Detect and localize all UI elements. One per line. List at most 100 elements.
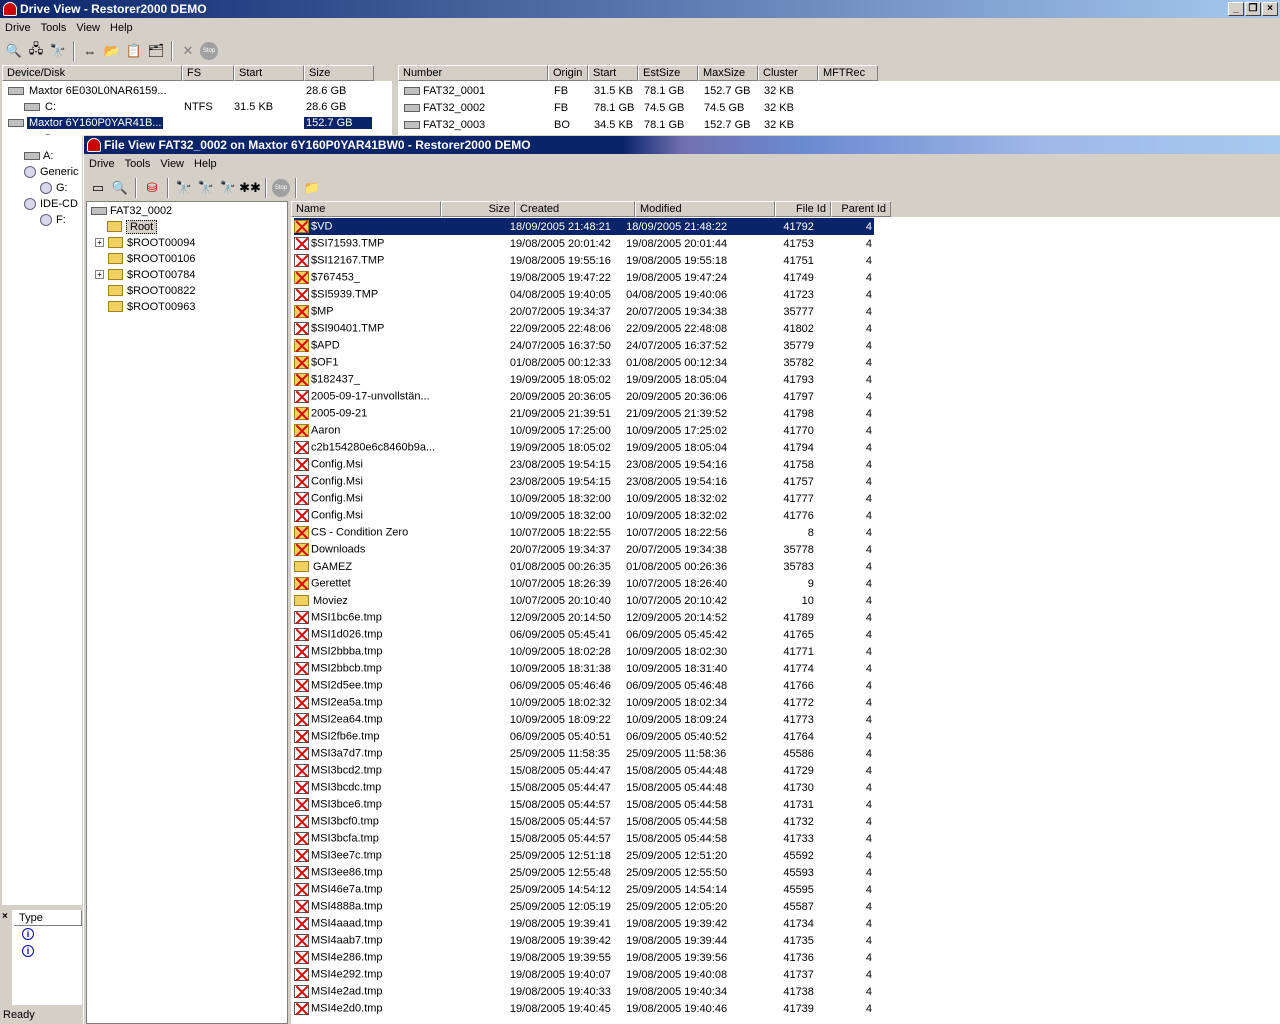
column-header-modified[interactable]: Modified <box>635 201 775 217</box>
file-row[interactable]: Gerettet 10/07/2005 18:26:39 10/07/2005 18… <box>294 575 874 592</box>
file-row[interactable]: MSI2d5ee.tmp 06/09/2005 05:46:46 06/09/200… <box>294 677 874 694</box>
partition-row[interactable]: FAT32_0001 FB 31.5 KB 78.1 GB 152.7 GB 32 KB <box>402 82 822 99</box>
column-header-start[interactable]: Start <box>234 65 304 81</box>
file-row[interactable]: $VD 18/09/2005 21:48:21 18/09/2005 21:48:2… <box>294 218 874 235</box>
file-row[interactable]: $APD 24/07/2005 16:37:50 24/07/2005 16:37:… <box>294 337 874 354</box>
file-row[interactable]: c2b154280e6c8460b9a... 19/09/2005 18:05:0… <box>294 439 874 456</box>
find-file-icon[interactable]: 🔭 <box>218 178 238 198</box>
device-tree-row[interactable]: C: NTFS 31.5 KB 28.6 GB <box>2 98 382 115</box>
file-row[interactable]: CS - Condition Zero 10/07/2005 18:22:55 10… <box>294 524 874 541</box>
file-row[interactable]: $SI71593.TMP 19/08/2005 20:01:42 19/08/200… <box>294 235 874 252</box>
restore-button[interactable]: ❐ <box>1245 2 1261 16</box>
menu-drive[interactable]: Drive <box>0 22 36 34</box>
menu-tools[interactable]: Tools <box>36 22 72 34</box>
folder-tree-item[interactable]: $ROOT00822 <box>108 282 195 299</box>
file-row[interactable]: MSI2bbba.tmp 10/09/2005 18:02:28 10/09/200… <box>294 643 874 660</box>
file-row[interactable]: Config.Msi 23/08/2005 19:54:15 23/08/2005 … <box>294 473 874 490</box>
column-header-name[interactable]: Name <box>291 201 441 217</box>
column-header-parent-id[interactable]: Parent Id <box>831 201 891 217</box>
file-row[interactable]: 2005-09-17-unvollstän... 20/09/2005 20:36… <box>294 388 874 405</box>
folder-tree-item[interactable]: $ROOT00963 <box>108 298 195 315</box>
file-row[interactable]: $MP 20/07/2005 19:34:37 20/07/2005 19:34:3… <box>294 303 874 320</box>
column-header-device-disk[interactable]: Device/Disk <box>2 65 182 81</box>
stop-icon[interactable]: Stop <box>200 42 218 60</box>
file-row[interactable]: Config.Msi 10/09/2005 18:32:00 10/09/2005 … <box>294 507 874 524</box>
minimize-button[interactable]: _ <box>1228 2 1244 16</box>
scan-icon[interactable]: 🔍 <box>110 178 130 198</box>
file-row[interactable]: MSI1d026.tmp 06/09/2005 05:45:41 06/09/200… <box>294 626 874 643</box>
device-tree-row[interactable]: G: <box>40 179 68 196</box>
file-row[interactable]: $SI90401.TMP 22/09/2005 22:48:06 22/09/200… <box>294 320 874 337</box>
delete-icon[interactable]: ✕ <box>178 41 198 61</box>
file-row[interactable]: MSI3ee7c.tmp 25/09/2005 12:51:18 25/09/200… <box>294 847 874 864</box>
device-tree-row[interactable]: F: <box>40 211 66 228</box>
file-row[interactable]: $SI5939.TMP 04/08/2005 19:40:05 04/08/2005… <box>294 286 874 303</box>
column-header-size[interactable]: Size <box>304 65 374 81</box>
file-row[interactable]: MSI4e292.tmp 19/08/2005 19:40:07 19/08/200… <box>294 966 874 983</box>
file-row[interactable]: Config.Msi 10/09/2005 18:32:00 10/09/2005 … <box>294 490 874 507</box>
column-header-number[interactable]: Number <box>398 65 548 81</box>
file-row[interactable]: MSI2ea64.tmp 10/09/2005 18:09:22 10/09/200… <box>294 711 874 728</box>
partition-row[interactable]: FAT32_0002 FB 78.1 GB 74.5 GB 74.5 GB 32 KB <box>402 99 822 116</box>
device-tree-row[interactable]: Maxtor 6Y160P0YAR41B... 152.7 GB <box>2 114 382 131</box>
file-row[interactable]: $767453_ 19/08/2005 19:47:22 19/08/2005 19… <box>294 269 874 286</box>
file-row[interactable]: MSI4888a.tmp 25/09/2005 12:05:19 25/09/200… <box>294 898 874 915</box>
scan-icon[interactable]: 🖧 <box>26 41 46 61</box>
folder-tree-item[interactable]: + $ROOT00784 <box>95 266 195 283</box>
file-row[interactable]: 2005-09-21 21/09/2005 21:39:51 21/09/2005 … <box>294 405 874 422</box>
column-header-fs[interactable]: FS <box>182 65 234 81</box>
find-next-icon[interactable]: 🔭 <box>196 178 216 198</box>
region-icon[interactable]: 🗂 <box>146 41 166 61</box>
column-header-size[interactable]: Size <box>441 201 515 217</box>
menu-view[interactable]: View <box>155 158 189 170</box>
file-row[interactable]: MSI4e2ad.tmp 19/08/2005 19:40:33 19/08/200… <box>294 983 874 1000</box>
file-row[interactable]: Downloads 20/07/2005 19:34:37 20/07/2005 1… <box>294 541 874 558</box>
create-image-icon[interactable]: 📋 <box>124 41 144 61</box>
menu-drive[interactable]: Drive <box>84 158 120 170</box>
mask-icon[interactable]: ✱✱ <box>239 178 261 198</box>
file-row[interactable]: MSI1bc6e.tmp 12/09/2005 20:14:50 12/09/200… <box>294 609 874 626</box>
file-row[interactable]: MSI3bce6.tmp 15/08/2005 05:44:57 15/08/200… <box>294 796 874 813</box>
file-row[interactable]: MSI3a7d7.tmp 25/09/2005 11:58:35 25/09/200… <box>294 745 874 762</box>
file-row[interactable]: MSI4aaad.tmp 19/08/2005 19:39:41 19/08/200… <box>294 915 874 932</box>
expand-icon[interactable]: + <box>95 238 104 247</box>
column-header-cluster[interactable]: Cluster <box>758 65 818 81</box>
file-row[interactable]: $182437_ 19/09/2005 18:05:02 19/09/2005 18… <box>294 371 874 388</box>
file-row[interactable]: Config.Msi 23/08/2005 19:54:15 23/08/2005 … <box>294 456 874 473</box>
column-header-estsize[interactable]: EstSize <box>638 65 698 81</box>
close-log-icon[interactable]: × <box>2 911 8 922</box>
file-row[interactable]: MSI4e286.tmp 19/08/2005 19:39:55 19/08/200… <box>294 949 874 966</box>
menu-help[interactable]: Help <box>105 22 138 34</box>
up-folder-icon[interactable]: 📁 <box>302 178 322 198</box>
file-row[interactable]: MSI2bbcb.tmp 10/09/2005 18:31:38 10/09/200… <box>294 660 874 677</box>
file-row[interactable]: MSI4aab7.tmp 19/08/2005 19:39:42 19/08/200… <box>294 932 874 949</box>
file-row[interactable]: MSI2fb6e.tmp 06/09/2005 05:40:51 06/09/200… <box>294 728 874 745</box>
menu-help[interactable]: Help <box>189 158 222 170</box>
file-row[interactable]: MSI3ee86.tmp 25/09/2005 12:55:48 25/09/200… <box>294 864 874 881</box>
file-row[interactable]: MSI3bcd2.tmp 15/08/2005 05:44:47 15/08/200… <box>294 762 874 779</box>
find-icon[interactable]: 🔭 <box>174 178 194 198</box>
device-tree-row[interactable]: IDE-CD <box>24 195 78 212</box>
search-files-icon[interactable]: 🔭 <box>48 41 68 61</box>
file-row[interactable]: MSI46e7a.tmp 25/09/2005 14:54:12 25/09/200… <box>294 881 874 898</box>
expand-icon[interactable]: + <box>95 270 104 279</box>
device-tree-row[interactable]: Maxtor 6E030L0NAR6159... 28.6 GB <box>2 82 382 99</box>
stop-icon[interactable]: Stop <box>272 179 290 197</box>
partition-row[interactable]: FAT32_0003 BO 34.5 KB 78.1 GB 152.7 GB 32 KB <box>402 116 822 133</box>
menu-view[interactable]: View <box>71 22 105 34</box>
file-row[interactable]: MSI3bcdc.tmp 15/08/2005 05:44:47 15/08/200… <box>294 779 874 796</box>
log-type-header[interactable]: Type <box>14 910 82 926</box>
file-row[interactable]: Moviez 10/07/2005 20:10:40 10/07/2005 20:1… <box>294 592 874 609</box>
file-row[interactable]: MSI2ea5a.tmp 10/09/2005 18:02:32 10/09/200… <box>294 694 874 711</box>
device-tree-row[interactable]: Generic <box>24 163 79 180</box>
column-header-created[interactable]: Created <box>515 201 635 217</box>
connect-icon[interactable]: ⇔ <box>80 41 100 61</box>
column-header-start[interactable]: Start <box>588 65 638 81</box>
open-drive-icon[interactable]: 🔍 <box>4 41 24 61</box>
close-button[interactable]: × <box>1262 2 1278 16</box>
open-image-icon[interactable]: 📂 <box>102 41 122 61</box>
file-row[interactable]: $SI12167.TMP 19/08/2005 19:55:16 19/08/200… <box>294 252 874 269</box>
file-row[interactable]: Aaron 10/09/2005 17:25:00 10/09/2005 17:25… <box>294 422 874 439</box>
column-header-origin[interactable]: Origin <box>548 65 588 81</box>
recover-icon[interactable]: ⛁ <box>142 178 162 198</box>
